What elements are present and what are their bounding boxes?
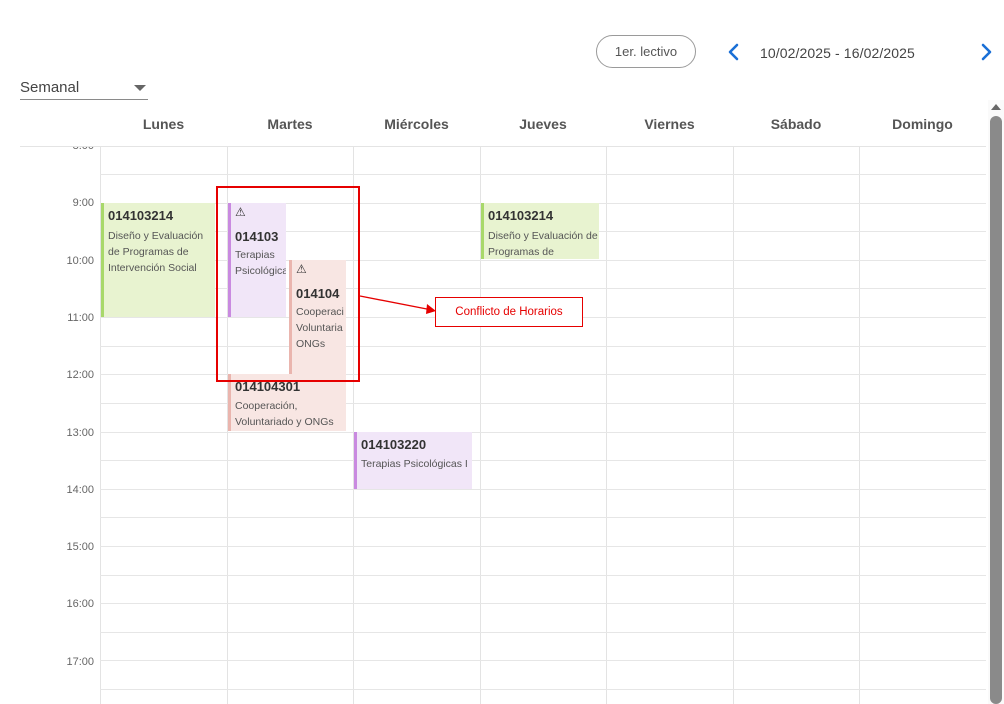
slot-line bbox=[100, 689, 986, 690]
event-card[interactable]: 014103214 Diseño y Evaluación de Program… bbox=[101, 203, 215, 317]
slot-line bbox=[100, 603, 986, 604]
day-header-row: Lunes Martes Miércoles Jueves Viernes Sá… bbox=[20, 100, 986, 147]
slot-line bbox=[100, 460, 986, 461]
day-header-jueves: Jueves bbox=[519, 116, 567, 132]
week-calendar: 8:00 9:00 10:00 11:00 12:00 13:00 14:00 … bbox=[20, 100, 986, 704]
time-label: 12:00 bbox=[66, 369, 94, 381]
time-label: 11:00 bbox=[67, 312, 94, 324]
slot-line bbox=[100, 546, 986, 547]
slot-line bbox=[100, 174, 986, 175]
day-header-viernes: Viernes bbox=[644, 116, 695, 132]
calendar-toolbar: Semanal 1er. lectivo 10/02/2025 - 16/02/… bbox=[0, 0, 1004, 100]
time-label: 13:00 bbox=[66, 427, 94, 439]
time-label: 9:00 bbox=[72, 197, 94, 209]
calendar-grid: 8:00 9:00 10:00 11:00 12:00 13:00 14:00 … bbox=[20, 140, 986, 704]
day-header-martes: Martes bbox=[267, 116, 313, 132]
event-code: 014103214 bbox=[488, 208, 554, 223]
event-card[interactable]: 014103220 Terapias Psicológicas I bbox=[354, 432, 472, 489]
column-divider bbox=[859, 146, 860, 704]
view-mode-select[interactable]: Semanal bbox=[20, 72, 148, 100]
event-name: Diseño y Evaluación de Programas de bbox=[488, 230, 598, 258]
event-card[interactable]: 014104301 Cooperación, Voluntariado y ON… bbox=[228, 374, 346, 431]
chevron-left-icon[interactable] bbox=[724, 40, 744, 64]
slot-line bbox=[100, 632, 986, 633]
column-divider bbox=[733, 146, 734, 704]
column-divider bbox=[606, 146, 607, 704]
caret-down-icon bbox=[134, 85, 146, 91]
conflict-callout: Conflicto de Horarios bbox=[435, 297, 583, 327]
event-code: 014103220 bbox=[361, 437, 427, 452]
time-label: 14:00 bbox=[66, 484, 94, 496]
day-header-sabado: Sábado bbox=[770, 116, 822, 132]
slot-line bbox=[100, 660, 986, 661]
event-code: 014103214 bbox=[108, 208, 174, 223]
event-card[interactable]: 014103214 Diseño y Evaluación de Program… bbox=[481, 203, 599, 259]
day-header-lunes: Lunes bbox=[142, 116, 185, 132]
period-button[interactable]: 1er. lectivo bbox=[596, 35, 696, 68]
callout-arrow bbox=[359, 295, 436, 314]
slot-line bbox=[100, 575, 986, 576]
event-name: Cooperación, Voluntariado y ONGs bbox=[235, 400, 334, 428]
time-label: 15:00 bbox=[66, 541, 94, 553]
event-name: Diseño y Evaluación de Programas de Inte… bbox=[108, 230, 204, 274]
date-range-label: 10/02/2025 - 16/02/2025 bbox=[760, 45, 915, 61]
slot-line bbox=[100, 432, 986, 433]
view-mode-value: Semanal bbox=[20, 79, 80, 96]
chevron-right-icon[interactable] bbox=[976, 40, 996, 64]
slot-line bbox=[100, 517, 986, 518]
scroll-up-icon[interactable] bbox=[991, 104, 1001, 110]
day-header-miercoles: Miércoles bbox=[384, 116, 449, 132]
day-header-domingo: Domingo bbox=[892, 116, 953, 132]
slot-line bbox=[100, 489, 986, 490]
conflict-highlight-box bbox=[216, 186, 360, 382]
time-label: 16:00 bbox=[66, 598, 94, 610]
time-label: 10:00 bbox=[66, 255, 94, 267]
scrollbar-thumb[interactable] bbox=[990, 116, 1002, 704]
time-label: 17:00 bbox=[66, 656, 94, 668]
event-name: Terapias Psicológicas I bbox=[361, 458, 468, 470]
